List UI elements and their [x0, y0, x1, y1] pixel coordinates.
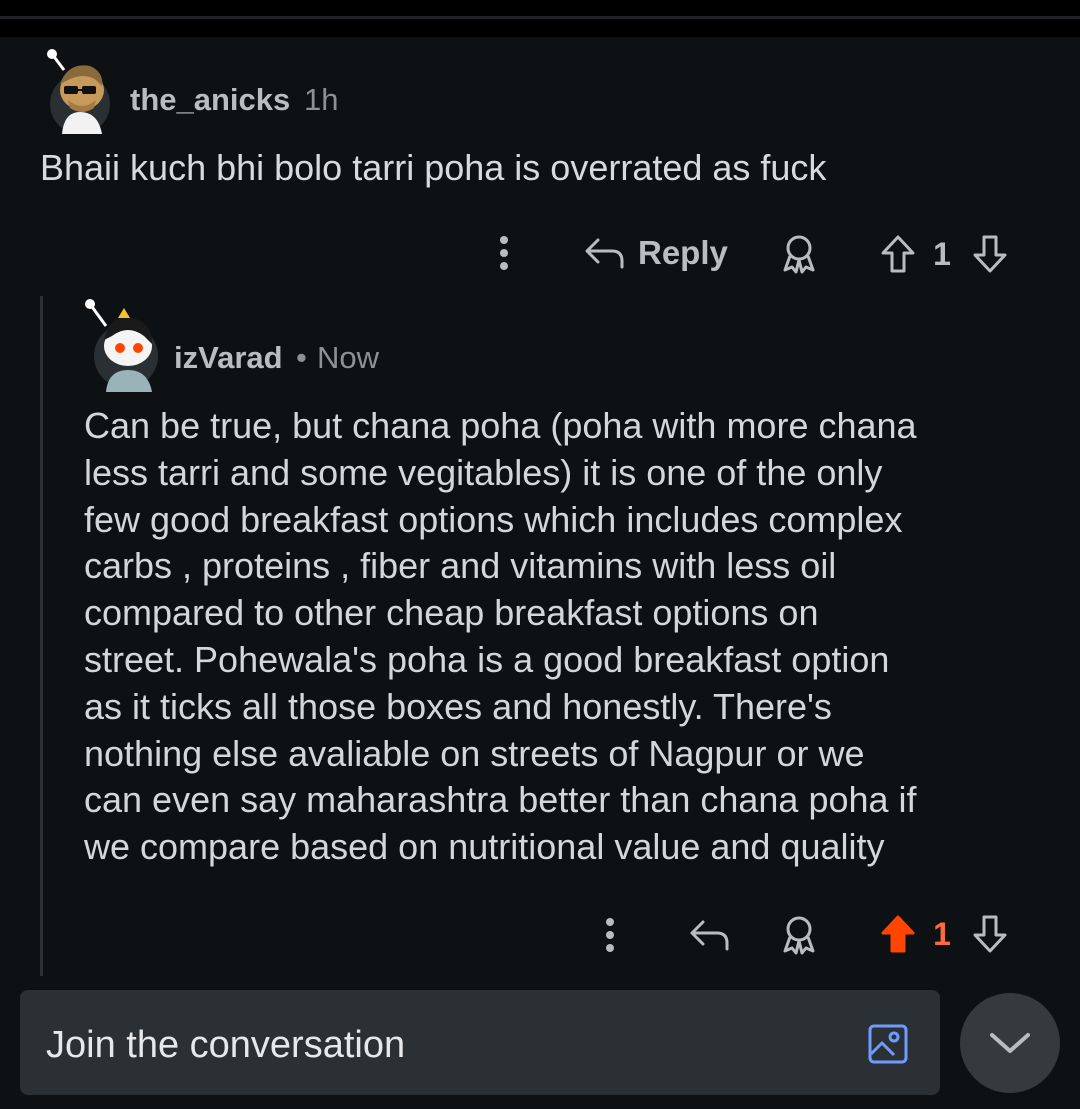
- comment-line: street. Pohewala's poha is a good breakf…: [84, 638, 890, 680]
- comment-timestamp: 1h: [304, 82, 339, 117]
- comment-body: Can be true, but chana poha (poha with m…: [84, 403, 917, 871]
- avatar[interactable]: [82, 296, 162, 392]
- more-vertical-icon: [500, 236, 508, 270]
- reply-button[interactable]: [688, 915, 732, 955]
- award-icon: [783, 235, 815, 274]
- snoo-avatar-icon: [85, 299, 158, 392]
- add-image-button[interactable]: [868, 1024, 908, 1064]
- comment-line: less tarri and some vegitables) it is on…: [84, 451, 883, 493]
- status-bar: [0, 0, 1080, 37]
- more-options-button[interactable]: [594, 915, 626, 955]
- collapse-button[interactable]: [960, 993, 1060, 1093]
- chevron-down-icon: [990, 1033, 1030, 1053]
- avatar[interactable]: [44, 46, 114, 134]
- reply-button[interactable]: Reply: [584, 231, 728, 275]
- award-button[interactable]: [778, 914, 820, 956]
- image-icon: [868, 1024, 908, 1064]
- comment-line: few good breakfast options which include…: [84, 498, 903, 540]
- more-vertical-icon: [606, 918, 614, 952]
- upvote-arrow-icon: [881, 235, 915, 273]
- comment-username[interactable]: izVarad: [174, 340, 283, 376]
- more-options-button[interactable]: [488, 233, 520, 273]
- reply-icon: [690, 920, 729, 951]
- snoo-avatar-icon: [47, 49, 110, 134]
- comment-line: carbs , proteins , fiber and vitamins wi…: [84, 545, 837, 587]
- downvote-button[interactable]: [970, 233, 1010, 275]
- upvote-button[interactable]: [878, 913, 918, 955]
- vote-count: 1: [933, 915, 951, 952]
- comment-timestamp: Now: [317, 340, 380, 375]
- upvote-button[interactable]: [878, 233, 918, 275]
- downvote-button[interactable]: [970, 913, 1010, 955]
- comment-composer[interactable]: Join the conversation: [20, 990, 940, 1095]
- comment-line: we compare based on nutritional value an…: [84, 826, 885, 868]
- downvote-arrow-icon: [973, 915, 1007, 953]
- thread-line[interactable]: [40, 296, 43, 976]
- award-icon: [783, 916, 815, 955]
- comment-body: Bhaii kuch bhi bolo tarri poha is overra…: [40, 147, 827, 188]
- comment-line: nothing else avaliable on streets of Nag…: [84, 732, 865, 774]
- comment-username[interactable]: the_anicks: [130, 82, 290, 118]
- vote-count: 1: [933, 235, 951, 272]
- separator-dot: •: [296, 340, 307, 375]
- award-button[interactable]: [778, 233, 820, 275]
- comment-line: compared to other cheap breakfast option…: [84, 592, 819, 634]
- composer-placeholder[interactable]: Join the conversation: [46, 1024, 405, 1067]
- comment-line: Can be true, but chana poha (poha with m…: [84, 405, 917, 446]
- comment-line: as it ticks all those boxes and honestly…: [84, 685, 832, 727]
- reply-icon: [585, 238, 624, 269]
- reply-label: Reply: [638, 234, 728, 271]
- comment-line: can even say maharashtra better than cha…: [84, 779, 917, 821]
- upvote-arrow-filled-icon: [881, 915, 915, 953]
- status-bar-divider: [0, 16, 1080, 19]
- downvote-arrow-icon: [973, 235, 1007, 273]
